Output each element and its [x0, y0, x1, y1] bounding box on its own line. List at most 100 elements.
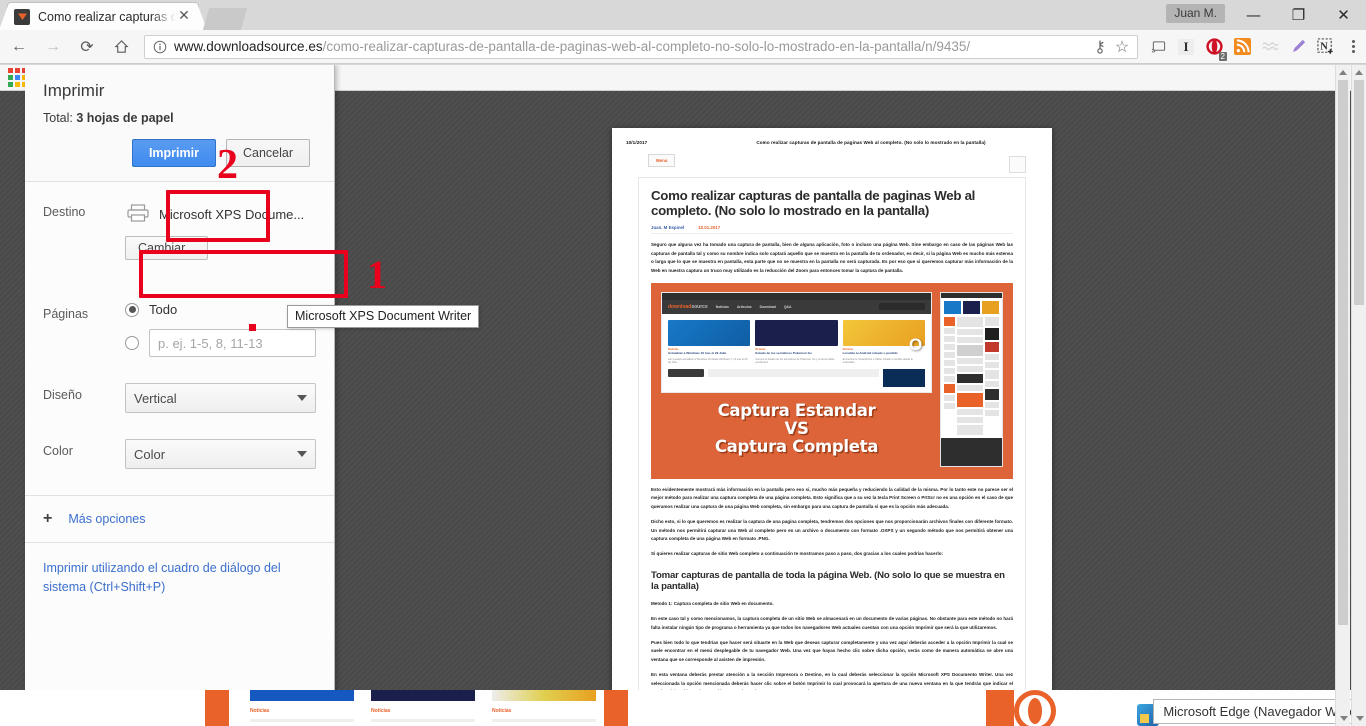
printer-icon	[127, 204, 149, 225]
layout-label: Diseño	[43, 388, 82, 402]
pages-label: Páginas	[43, 307, 89, 321]
radio-all-icon[interactable]	[125, 302, 139, 317]
banner-card: Noticias Actualizar a Windows 10 tras el…	[668, 319, 751, 365]
scroll-down-icon[interactable]	[1336, 711, 1351, 726]
chevron-down-icon	[297, 395, 307, 401]
minimize-button[interactable]: —	[1231, 0, 1276, 30]
site-info-icon[interactable]	[151, 38, 169, 56]
change-destination-button[interactable]: Cambiar...	[125, 236, 208, 260]
banner-right-footer	[941, 437, 1002, 466]
preview-article-meta: Juan. M Espinel 10.01.2017	[651, 225, 1013, 235]
destination-value: Microsoft XPS Docume...	[159, 207, 305, 222]
scroll-up-icon[interactable]	[1336, 65, 1350, 80]
maximize-button[interactable]: ❐	[1276, 0, 1321, 30]
banner-card-title: Actualizar a Windows 10 tras el 29 Julio	[668, 350, 727, 355]
annotation-marker	[249, 324, 256, 331]
banner-card-title: Estado de los servidores Pokemon Go	[755, 350, 812, 355]
preview-date: 10.01.2017	[698, 225, 721, 231]
banner-topbar	[662, 292, 931, 300]
color-label: Color	[43, 444, 73, 458]
banner-headline-1: Captura Estandar	[717, 400, 876, 420]
preview-placeholder-box	[1009, 156, 1026, 173]
back-button[interactable]: ←	[4, 32, 34, 62]
print-button[interactable]: Imprimir	[131, 139, 216, 167]
banner-card-thumb	[668, 319, 751, 346]
inner-scroll-thumb[interactable]	[1338, 80, 1348, 625]
preview-article-title: Como realizar capturas de pantalla de pa…	[651, 188, 976, 219]
banner-ad-block	[883, 368, 925, 387]
close-window-button[interactable]: ✕	[1321, 0, 1366, 30]
preview-paragraph-3: Dicho esto, si lo que queremos es realiz…	[651, 519, 1013, 541]
wave-extension-icon[interactable]	[1256, 32, 1284, 62]
password-key-icon[interactable]: ⚷	[1089, 37, 1111, 57]
more-options-label: Más opciones	[68, 512, 146, 526]
cancel-button[interactable]: Cancelar	[225, 139, 310, 167]
banner-right-aside	[985, 316, 999, 435]
page-scrollbar[interactable]	[1351, 65, 1366, 726]
annotation-number-1: 1	[367, 252, 387, 297]
print-preview-page: 10/1/2017 Como realizar capturas de pant…	[612, 128, 1052, 726]
preview-running-header: 10/1/2017 Como realizar capturas de pant…	[626, 140, 1038, 145]
close-tab-icon[interactable]: ✕	[176, 8, 192, 25]
scroll-down-icon[interactable]	[1352, 711, 1366, 726]
banner-card-text: Conoce el estado de los servidores de Po…	[755, 357, 835, 365]
browser-tab[interactable]: Como realizar capturas d ✕	[0, 3, 207, 30]
chrome-menu-button[interactable]	[1340, 32, 1366, 62]
svg-text:N: N	[1320, 41, 1328, 52]
underlay-orange-block	[986, 690, 1014, 726]
print-total-sheets: Total: 3 hojas de papel	[43, 111, 316, 125]
destination-tooltip: Microsoft XPS Document Writer	[287, 305, 480, 328]
pages-range-option[interactable]: p. ej. 1-5, 8, 11-13	[125, 324, 316, 357]
system-dialog-link[interactable]: Imprimir utilizando el cuadro de diálogo…	[25, 542, 334, 614]
total-prefix: Total:	[43, 111, 77, 125]
more-options-row[interactable]: + Más opciones	[25, 496, 334, 542]
inner-scrollbar[interactable]	[1335, 65, 1350, 726]
underlay-card-banner	[492, 690, 596, 701]
rss-feed-icon[interactable]	[1228, 32, 1256, 62]
home-button[interactable]	[106, 32, 136, 62]
banner-or-label: O	[909, 334, 923, 354]
print-dialog: Imprimir Total: 3 hojas de papel Imprimi…	[25, 65, 480, 726]
destination-value-row[interactable]: Microsoft XPS Docume...	[125, 200, 316, 229]
pen-extension-icon[interactable]	[1284, 32, 1312, 62]
onenote-clipper-icon[interactable]: N	[1312, 32, 1340, 62]
bookmark-star-icon[interactable]: ☆	[1111, 37, 1133, 57]
layout-select[interactable]: Vertical	[125, 383, 316, 413]
print-dialog-actions: Imprimir Cancelar	[43, 139, 316, 167]
address-bar[interactable]: www.downloadsource.es/como-realizar-capt…	[144, 34, 1138, 59]
underlay-card-label: Noticias	[371, 708, 391, 714]
banner-card-thumb	[755, 319, 838, 346]
reload-button[interactable]: ⟳	[72, 32, 102, 62]
radio-range-icon[interactable]	[125, 336, 139, 350]
underlay-card-banner	[250, 690, 354, 701]
new-tab-button[interactable]	[202, 8, 248, 30]
color-select[interactable]: Color	[125, 439, 316, 469]
destination-control: Microsoft XPS Docume... Cambiar...	[125, 200, 316, 260]
banner-right-sidebar	[944, 316, 955, 435]
preview-header-title: Como realizar capturas de pantalla de pa…	[756, 140, 986, 145]
banner-standard-screenshot: downloadsource Noticias Articulos Downlo…	[661, 291, 932, 393]
opera-extension-icon[interactable]: 2	[1200, 32, 1228, 62]
annotation-number-2: 2	[217, 142, 238, 188]
preview-paragraph-2: Esto evidentemente mostrará más informac…	[651, 486, 1013, 509]
page-scroll-thumb[interactable]	[1354, 80, 1364, 305]
pages-range-input[interactable]: p. ej. 1-5, 8, 11-13	[149, 329, 316, 357]
forward-button: →	[45, 37, 61, 55]
user-profile-badge[interactable]: Juan M.	[1166, 4, 1225, 23]
underlay-orange-right	[604, 690, 628, 726]
cast-icon[interactable]	[1144, 32, 1172, 62]
italic-extension-icon[interactable]: I	[1172, 32, 1200, 62]
banner-right-main	[957, 316, 983, 435]
layout-value: Vertical	[134, 390, 177, 406]
url-path: /como-realizar-capturas-de-pantalla-de-p…	[322, 39, 971, 54]
banner-card-text: Aun puedes actualizar a Windows 10 desde…	[668, 357, 748, 365]
preview-header-date: 10/1/2017	[626, 140, 648, 145]
chevron-down-icon	[297, 451, 307, 457]
preview-subtitle: Tomar capturas de pantalla de toda la pá…	[651, 569, 1005, 593]
underlay-card-label: Noticias	[492, 708, 512, 714]
logo-accent: wnload	[674, 303, 692, 310]
scroll-up-icon[interactable]	[1352, 65, 1366, 80]
url-domain: www.downloadsource.es	[174, 39, 323, 54]
opera-extension-badge: 2	[1218, 51, 1227, 61]
banner-bottom-row	[662, 368, 931, 392]
